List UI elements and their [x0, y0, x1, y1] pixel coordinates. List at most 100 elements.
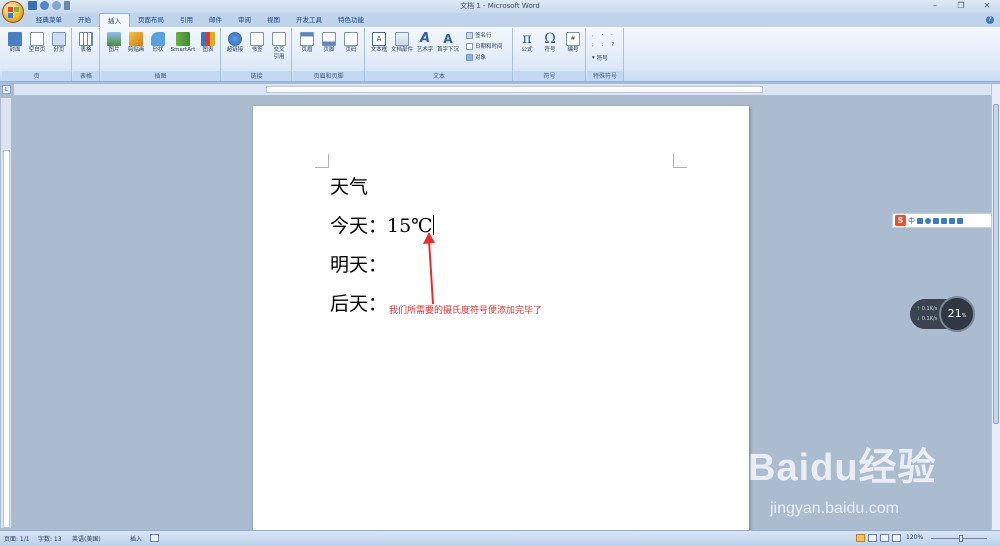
signature-icon [466, 31, 473, 39]
cover-page-button[interactable]: 封面 [4, 30, 26, 68]
header-icon [300, 32, 314, 46]
doc-line-today[interactable]: 今天：15℃ [330, 211, 435, 250]
vertical-ruler[interactable] [1, 98, 11, 528]
shapes-button[interactable]: 形状 [147, 30, 169, 68]
doc-line-weather[interactable]: 天气 [330, 172, 434, 211]
header-button[interactable]: 页眉 [296, 30, 318, 68]
clipart-icon [129, 32, 143, 46]
ime-emoji-icon[interactable] [925, 217, 931, 224]
tab-mailings[interactable]: 邮件 [201, 13, 230, 27]
doc-line-tomorrow[interactable]: 明天： [330, 250, 434, 289]
equation-button[interactable]: π 公式 [516, 30, 538, 68]
quick-parts-icon [395, 32, 409, 46]
tab-developer[interactable]: 开发工具 [288, 13, 330, 27]
object-button[interactable]: 对象 [466, 53, 486, 61]
bookmark-button[interactable]: 书签 [246, 30, 268, 68]
blank-page-icon [30, 32, 44, 46]
special-symbol-grid[interactable]: , · · [592, 32, 616, 38]
smartart-button[interactable]: SmartArt [169, 30, 197, 68]
symbol-dropdown-icon: ▾ [592, 55, 595, 61]
cross-reference-icon [272, 32, 286, 46]
zoom-slider-knob[interactable] [959, 535, 963, 542]
blank-page-button[interactable]: 空白页 [26, 30, 48, 68]
office-button[interactable] [2, 1, 24, 23]
group-pages: 封面 空白页 分页 页 [2, 28, 72, 81]
minimize-button[interactable]: – [922, 0, 948, 12]
drop-cap-button[interactable]: A 首字下沉 [437, 30, 459, 68]
table-button[interactable]: 表格 [75, 30, 97, 68]
group-label-illustrations: 插图 [101, 71, 220, 81]
zoom-level[interactable]: 120% [906, 534, 923, 541]
special-symbol-button[interactable]: ▾ 符号 [592, 54, 608, 62]
annotation-arrow [423, 232, 435, 305]
ruler-active-area [266, 86, 763, 93]
picture-button[interactable]: 图片 [103, 30, 125, 68]
tab-special-features[interactable]: 特色功能 [330, 13, 372, 27]
word-count[interactable]: 字数: 13 [38, 534, 62, 543]
chart-icon [201, 32, 215, 46]
outline-view-icon[interactable] [892, 534, 901, 542]
chart-button[interactable]: 图表 [197, 30, 219, 68]
maximize-button[interactable]: ❐ [948, 0, 974, 12]
ime-toolbar[interactable]: S 中 [892, 213, 992, 228]
full-screen-view-icon[interactable] [868, 534, 877, 542]
quick-parts-button[interactable]: 文档部件 [391, 30, 413, 68]
ime-skin-icon[interactable] [949, 217, 955, 224]
wordart-button[interactable]: A 艺术字 [414, 30, 436, 68]
close-button[interactable]: ✕ [974, 0, 1000, 12]
signature-line-button[interactable]: 签名行 [466, 31, 492, 39]
textbox-button[interactable]: A 文本框 [368, 30, 390, 68]
vertical-scrollbar[interactable] [991, 84, 1000, 530]
group-special-symbols: , · · ; : ? ▾ 符号 特殊符号 [587, 28, 624, 81]
ime-tools-icon[interactable] [957, 217, 963, 224]
ime-punctuation-icon[interactable] [917, 217, 923, 224]
web-layout-view-icon[interactable] [880, 534, 889, 542]
footer-button[interactable]: 页脚 [318, 30, 340, 68]
tab-references[interactable]: 引用 [172, 13, 201, 27]
page-count[interactable]: 页面: 1/1 [4, 534, 30, 543]
baidu-watermark: Baidu经验 jingyan.baidu.com [748, 447, 937, 517]
special-symbol-grid-row2[interactable]: ; : ? [592, 42, 617, 48]
symbol-button[interactable]: Ω 符号 [539, 30, 561, 68]
macro-record-icon[interactable] [150, 534, 159, 542]
network-speed-widget[interactable]: ↑ 0.1K/s ↓ 0.1K/s 21% [910, 296, 975, 332]
page-break-icon [52, 32, 66, 46]
scrollbar-thumb[interactable] [993, 104, 999, 424]
tab-review[interactable]: 审阅 [230, 13, 259, 27]
tab-view[interactable]: 视图 [259, 13, 288, 27]
number-icon: # [566, 32, 580, 46]
page-number-button[interactable]: 页码 [340, 30, 362, 68]
tab-home[interactable]: 开始 [70, 13, 99, 27]
help-icon[interactable]: ? [986, 16, 994, 24]
calendar-icon [466, 42, 473, 50]
group-symbols: π 公式 Ω 符号 # 编号 符号 [514, 28, 586, 81]
insert-mode[interactable]: 插入 [130, 534, 142, 543]
picture-icon [107, 32, 121, 46]
object-icon [466, 53, 473, 61]
window-controls: – ❐ ✕ [922, 0, 1000, 12]
tab-page-layout[interactable]: 页面布局 [130, 13, 172, 27]
numbering-button[interactable]: # 编号 [562, 30, 584, 68]
language-indicator[interactable]: 英语(美国) [72, 534, 101, 543]
horizontal-ruler[interactable] [14, 84, 993, 95]
office-logo-icon [8, 7, 19, 18]
memory-usage-dial: 21% [939, 296, 975, 332]
group-label-text: 文本 [366, 71, 512, 81]
ime-language-label[interactable]: 中 [908, 216, 915, 226]
zoom-slider[interactable] [931, 535, 987, 542]
hyperlink-button[interactable]: 超链接 [224, 30, 246, 68]
clipart-button[interactable]: 剪贴画 [125, 30, 147, 68]
ruler-toggle-button[interactable]: L [2, 85, 11, 94]
ime-keyboard-icon[interactable] [941, 217, 947, 224]
tab-insert[interactable]: 插入 [99, 13, 130, 27]
date-time-button[interactable]: 日期和时间 [466, 42, 503, 50]
tab-classic-menu[interactable]: 经典菜单 [28, 13, 70, 27]
print-layout-view-icon[interactable] [856, 534, 865, 542]
wordart-icon: A [419, 31, 431, 46]
cross-reference-button[interactable]: 交叉引用 [268, 30, 290, 68]
page-break-button[interactable]: 分页 [48, 30, 70, 68]
group-header-footer: 页眉 页脚 页码 页眉和页脚 [293, 28, 365, 81]
ime-voice-icon[interactable] [933, 217, 939, 224]
document-page[interactable]: 天气 今天：15℃ 明天： 后天： [253, 106, 749, 536]
sogou-logo-icon: S [895, 215, 906, 226]
